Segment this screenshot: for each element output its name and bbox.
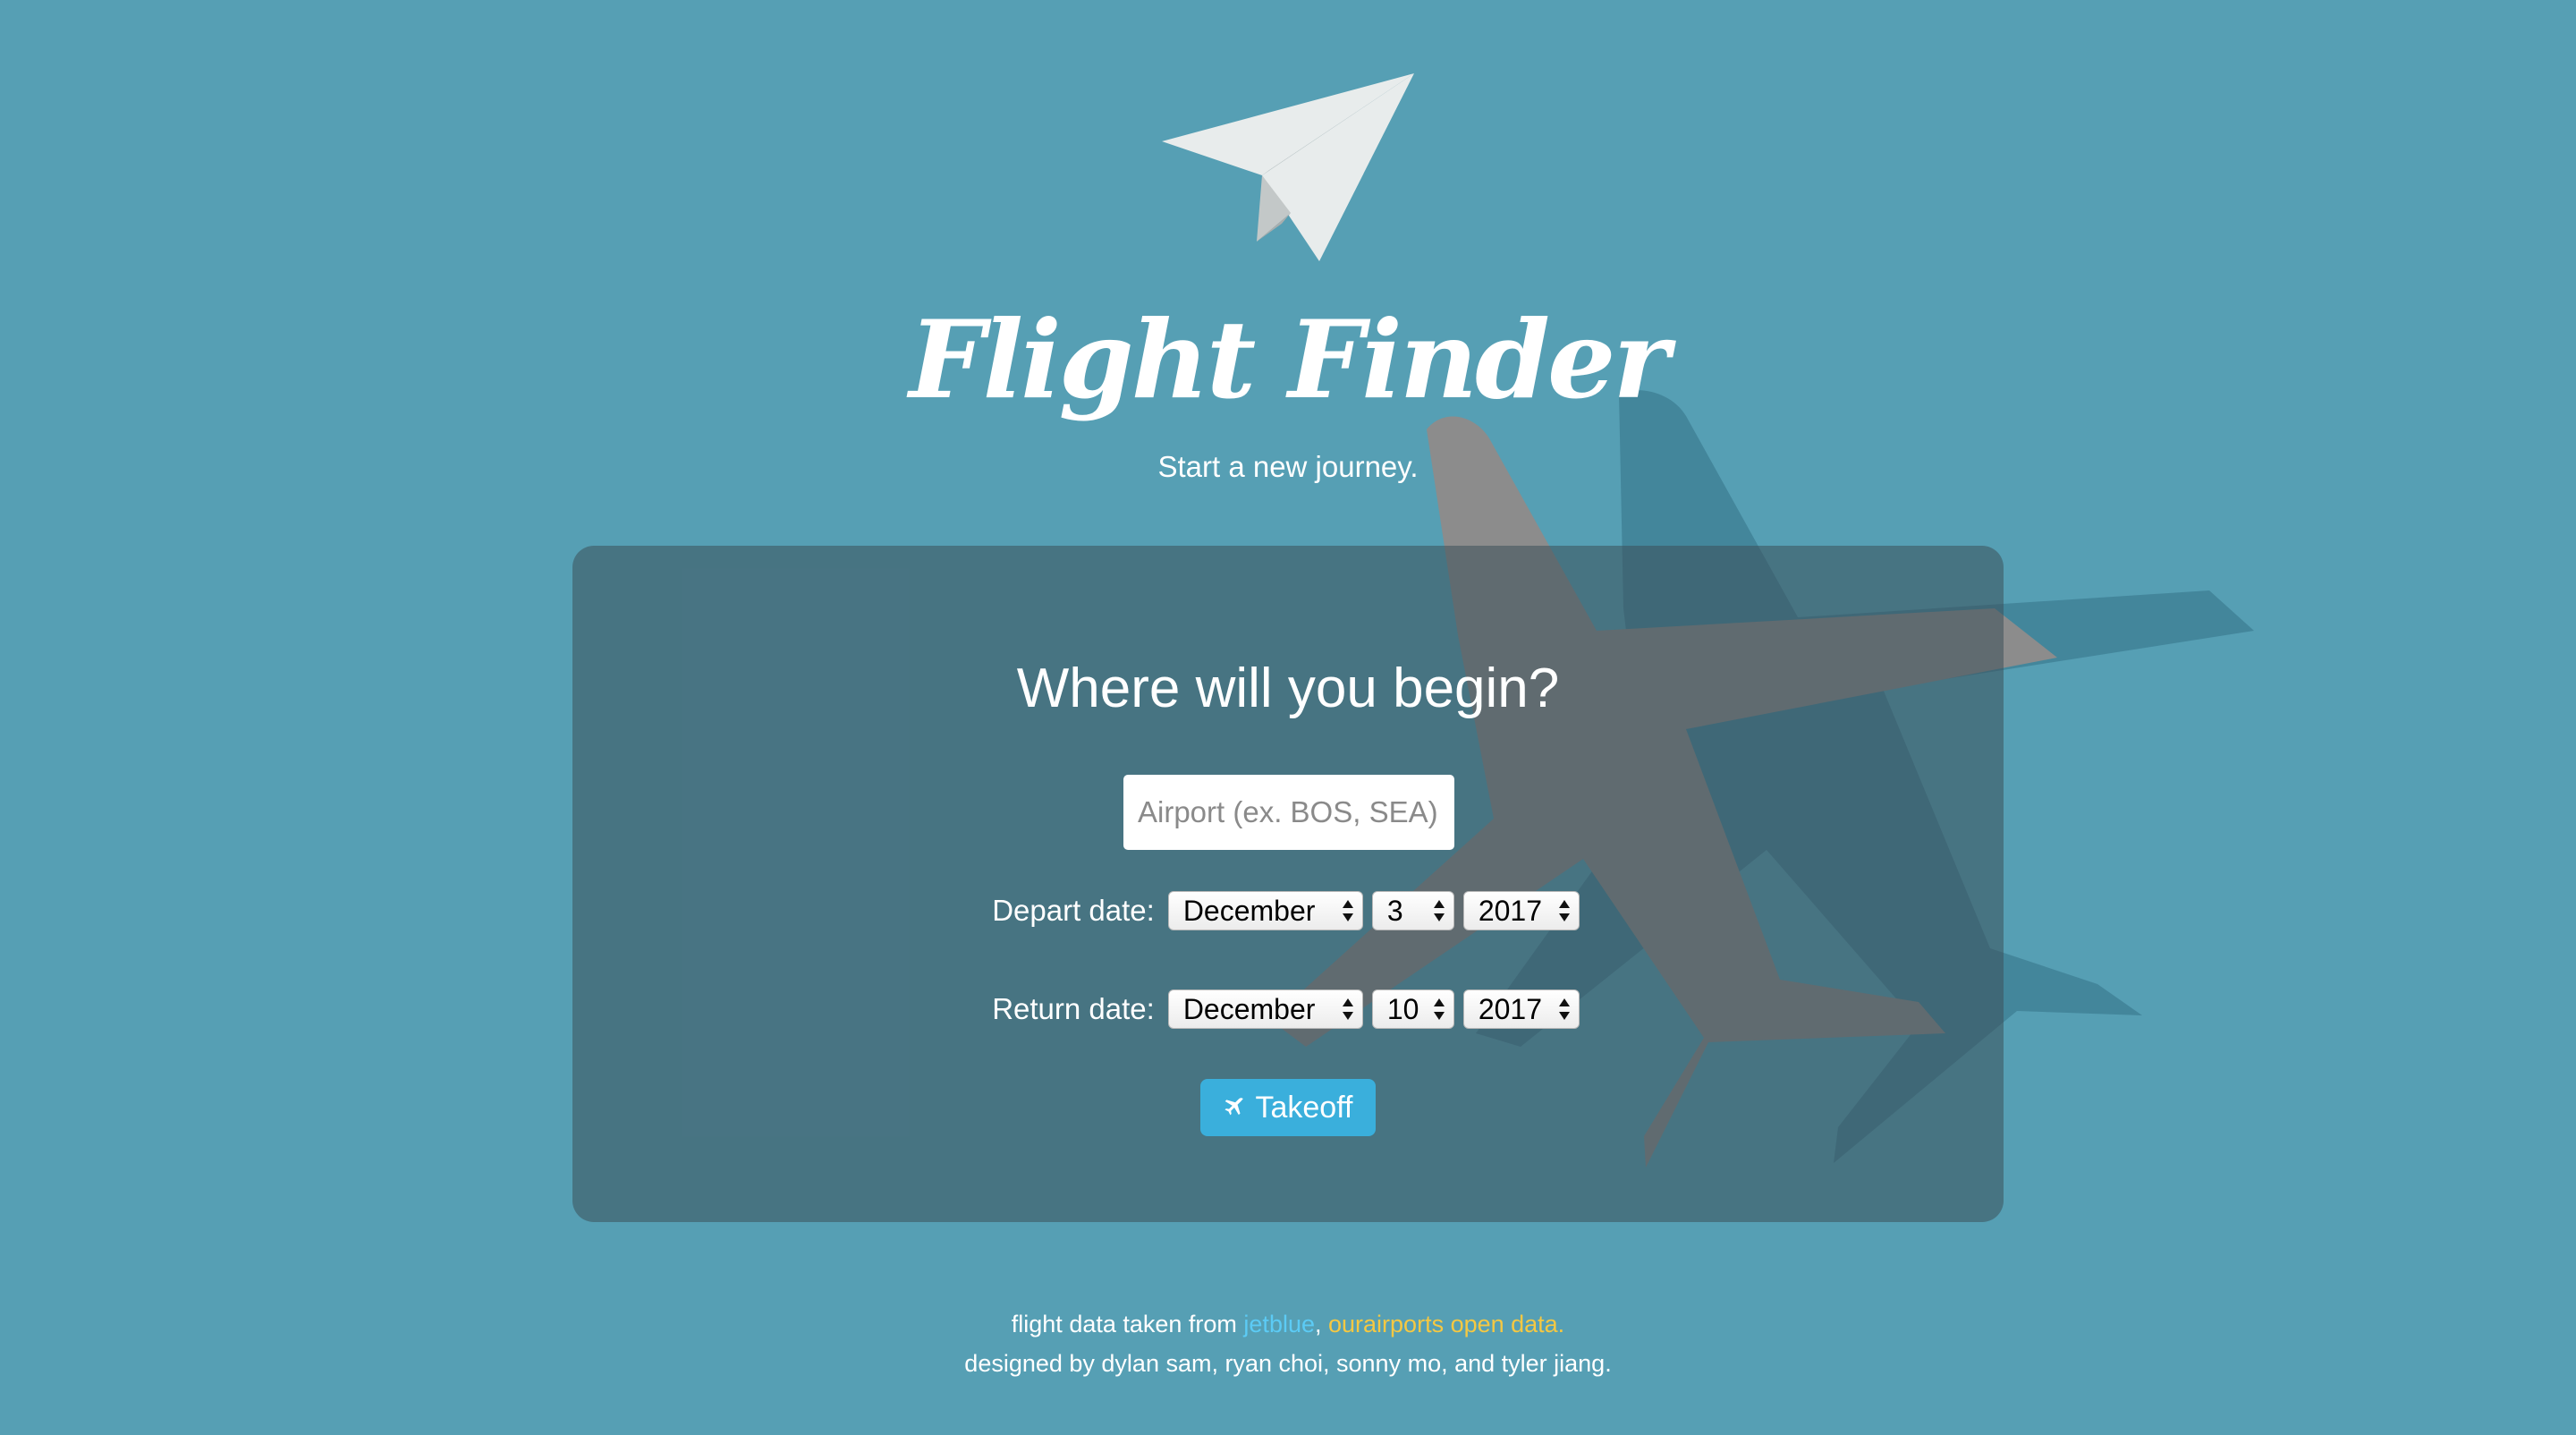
takeoff-button[interactable]: Takeoff (1200, 1079, 1376, 1136)
airport-input[interactable] (1123, 775, 1454, 850)
return-year-select[interactable]: 2017 (1462, 989, 1580, 1029)
search-panel: Where will you begin? Depart date: Decem… (572, 546, 2004, 1222)
footer-separator: , (1315, 1311, 1329, 1337)
return-day-select[interactable]: 10 (1371, 989, 1454, 1029)
depart-date-label: Depart date: (992, 894, 1155, 927)
return-day-value: 10 (1386, 993, 1419, 1025)
return-month-select[interactable]: December (1167, 989, 1363, 1029)
up-down-arrows-icon (1342, 998, 1353, 1020)
depart-day-select[interactable]: 3 (1371, 891, 1454, 930)
footer-credit-prefix: flight data taken from (1011, 1311, 1244, 1337)
footer-designers: designed by dylan sam, ryan choi, sonny … (964, 1350, 1612, 1377)
footer: flight data taken from jetblue, ourairpo… (0, 1304, 2576, 1383)
depart-month-value: December (1182, 895, 1316, 927)
return-month-value: December (1182, 993, 1316, 1025)
return-date-label: Return date: (992, 992, 1155, 1025)
depart-month-select[interactable]: December (1167, 891, 1363, 930)
depart-day-value: 3 (1386, 895, 1403, 927)
up-down-arrows-icon (1558, 998, 1570, 1020)
plane-icon (1224, 1098, 1244, 1116)
jetblue-link[interactable]: jetblue (1243, 1311, 1315, 1337)
paper-plane-icon (1162, 73, 1414, 261)
depart-date-row: Depart date: December 3 2017 (572, 888, 2004, 933)
ourairports-link[interactable]: ourairports open data. (1328, 1311, 1564, 1337)
page: Flight Finder Start a new journey. Where… (0, 0, 2576, 1435)
app-subtitle: Start a new journey. (1157, 450, 1419, 483)
return-year-value: 2017 (1478, 993, 1542, 1025)
up-down-arrows-icon (1342, 900, 1353, 921)
return-date-row: Return date: December 10 2017 (572, 987, 2004, 1032)
up-down-arrows-icon (1433, 900, 1445, 921)
depart-year-select[interactable]: 2017 (1462, 891, 1580, 930)
panel-heading: Where will you begin? (1016, 658, 1560, 719)
up-down-arrows-icon (1558, 900, 1570, 921)
depart-year-value: 2017 (1478, 895, 1542, 927)
takeoff-button-label: Takeoff (1255, 1090, 1353, 1125)
up-down-arrows-icon (1433, 998, 1445, 1020)
app-title: Flight Finder (909, 297, 1669, 423)
footer-credits-line: flight data taken from jetblue, ourairpo… (0, 1304, 2576, 1344)
